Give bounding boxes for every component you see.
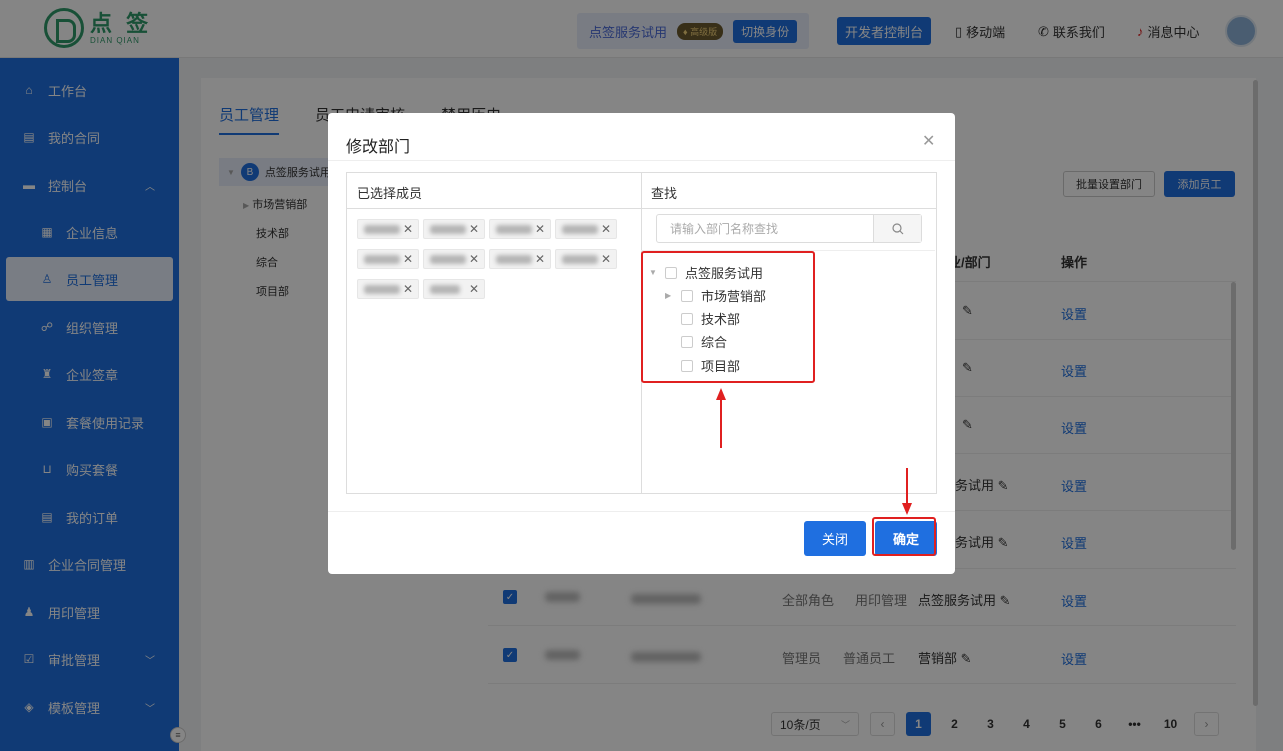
annotation-arrow-up-head <box>716 388 726 400</box>
annotation-arrow-down-head <box>902 503 912 515</box>
annotation-arrows <box>716 388 912 515</box>
